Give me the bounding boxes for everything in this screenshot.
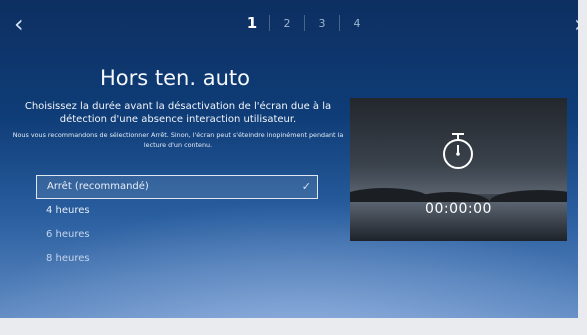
option-8-heures[interactable]: 8 heures — [36, 247, 318, 271]
screen-bezel-bottom — [0, 318, 587, 335]
step-3: 3 — [318, 16, 326, 30]
step-divider — [304, 15, 305, 31]
step-divider — [339, 15, 340, 31]
option-label: Arrêt (recommandé) — [47, 181, 149, 192]
option-arret[interactable]: Arrêt (recommandé) ✓ — [36, 175, 318, 199]
option-6-heures[interactable]: 6 heures — [36, 223, 318, 247]
step-divider — [269, 15, 270, 31]
step-1: 1 — [246, 14, 258, 32]
recommendation-note: Nous vous recommandons de sélectionner A… — [12, 131, 344, 149]
option-label: 8 heures — [46, 253, 90, 264]
option-label: 6 heures — [46, 229, 90, 240]
page-title: Hors ten. auto — [100, 66, 250, 90]
timer-readout: 00:00:00 — [425, 201, 492, 217]
timer-preview: 00:00:00 — [350, 98, 567, 241]
chevron-left-icon[interactable]: ‹ — [14, 12, 24, 36]
step-2: 2 — [283, 16, 291, 30]
tv-setup-screen: ‹ › 1 2 3 4 Hors ten. auto Choisissez la… — [0, 0, 587, 335]
stopwatch-icon — [443, 133, 473, 169]
step-4: 4 — [353, 16, 361, 30]
screen-bezel-right — [578, 0, 587, 318]
step-indicator: 1 2 3 4 — [240, 14, 369, 32]
timeout-options-list: Arrêt (recommandé) ✓ 4 heures 6 heures 8… — [36, 175, 318, 271]
checkmark-icon: ✓ — [301, 180, 311, 193]
option-4-heures[interactable]: 4 heures — [36, 199, 318, 223]
option-label: 4 heures — [46, 205, 90, 216]
page-description: Choisissez la durée avant la désactivati… — [24, 101, 332, 125]
